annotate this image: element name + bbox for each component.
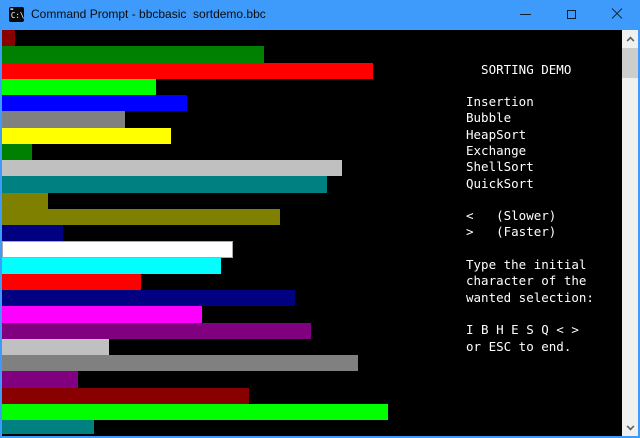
svg-text:C:\: C:\: [11, 10, 24, 19]
console-text-line: QuickSort: [466, 176, 594, 192]
sort-bar: [2, 95, 187, 111]
vertical-scrollbar[interactable]: [622, 30, 638, 436]
maximize-icon: [567, 10, 576, 19]
sort-bar: [2, 241, 233, 257]
sort-bar: [2, 63, 373, 79]
console-text-line: [466, 78, 594, 94]
console-text-line: SORTING DEMO: [466, 62, 594, 78]
window-title: Command Prompt - bbcbasic sortdemo.bbc: [31, 7, 502, 21]
sort-bar: [2, 371, 78, 387]
sort-bar: [2, 225, 63, 241]
sort-bar: [2, 306, 202, 322]
sort-bar: [2, 274, 141, 290]
console-text-line: or ESC to end.: [466, 339, 594, 355]
console-text-line: [466, 192, 594, 208]
console-text-line: Exchange: [466, 143, 594, 159]
sort-bar: [2, 144, 32, 160]
console-text-line: character of the: [466, 273, 594, 289]
console-viewport: SORTING DEMO InsertionBubbleHeapSortExch…: [2, 30, 622, 436]
scroll-up-button[interactable]: [622, 30, 638, 47]
sort-bar: [2, 30, 15, 46]
close-button[interactable]: [594, 0, 640, 28]
console-text-line: Insertion: [466, 94, 594, 110]
console-text-line: > (Faster): [466, 224, 594, 240]
scroll-down-button[interactable]: [622, 419, 638, 436]
sort-bar: [2, 176, 327, 192]
sort-bar: [2, 388, 249, 404]
console-text-line: ShellSort: [466, 159, 594, 175]
scrollbar-thumb[interactable]: [622, 48, 638, 78]
minimize-button[interactable]: [502, 0, 548, 28]
sort-bar: [2, 339, 109, 355]
sort-bar: [2, 290, 295, 306]
chevron-up-icon: [626, 36, 634, 44]
console-text-line: HeapSort: [466, 127, 594, 143]
console-text-line: I B H E S Q < >: [466, 322, 594, 338]
chevron-down-icon: [626, 422, 634, 430]
console-text-line: Type the initial: [466, 257, 594, 273]
minimize-icon: [520, 14, 531, 15]
sort-bar: [2, 46, 264, 62]
console-text: SORTING DEMO InsertionBubbleHeapSortExch…: [466, 62, 594, 355]
command-prompt-window: C:\ Command Prompt - bbcbasic sortdemo.b…: [0, 0, 640, 438]
close-icon: [611, 8, 623, 20]
console-text-line: Bubble: [466, 110, 594, 126]
console-body: SORTING DEMO InsertionBubbleHeapSortExch…: [2, 30, 638, 436]
console-text-line: < (Slower): [466, 208, 594, 224]
sort-bar: [2, 79, 156, 95]
window-controls: [502, 0, 640, 28]
sort-bar: [2, 128, 171, 144]
sort-bar: [2, 323, 311, 339]
console-text-line: [466, 306, 594, 322]
sort-bar: [2, 258, 221, 274]
sort-bar: [2, 420, 94, 434]
console-text-line: [466, 241, 594, 257]
sort-bar: [2, 111, 125, 127]
titlebar[interactable]: C:\ Command Prompt - bbcbasic sortdemo.b…: [0, 0, 640, 28]
sort-bar: [2, 355, 358, 371]
cmd-icon: C:\: [9, 7, 24, 22]
sort-bar: [2, 193, 48, 209]
sort-bar: [2, 160, 342, 176]
console-text-line: wanted selection:: [466, 290, 594, 306]
sort-bar: [2, 404, 388, 420]
maximize-button[interactable]: [548, 0, 594, 28]
sort-bar: [2, 209, 280, 225]
